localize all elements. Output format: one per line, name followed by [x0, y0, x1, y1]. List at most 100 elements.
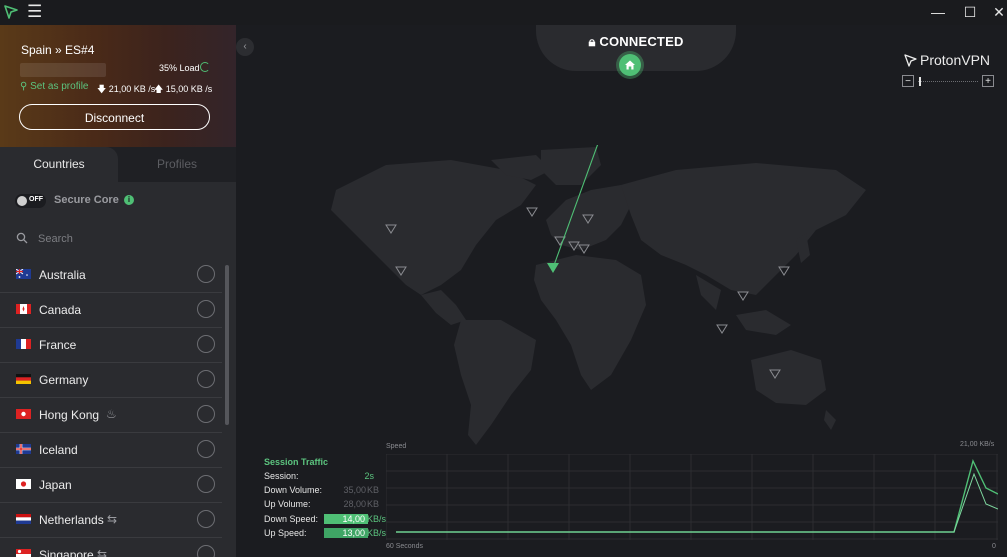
flag-france-icon — [16, 339, 31, 349]
connection-status: 🔒︎ CONNECTED — [536, 34, 736, 50]
arrow-down-icon: 🡇 — [97, 84, 109, 94]
server-marker-icon — [716, 324, 728, 334]
toggle-state: OFF — [29, 196, 43, 203]
up-volume-label: Up Volume: — [264, 499, 311, 509]
flag-netherlands-icon — [16, 514, 31, 524]
zoom-track — [918, 81, 978, 83]
download-rate-value: 21,00 KB /s — [108, 84, 156, 94]
connection-status-label: CONNECTED — [599, 34, 684, 49]
country-row-canada[interactable]: Canada — [0, 293, 222, 328]
flag-australia-icon — [16, 269, 31, 279]
secure-core-toggle[interactable]: OFF — [15, 194, 46, 208]
chevron-down-icon[interactable] — [197, 545, 215, 557]
load-ring-icon — [200, 62, 210, 72]
upload-rate: 🡅 15,00 KB /s — [154, 82, 212, 98]
country-name: Hong Kong — [39, 408, 100, 422]
home-location-icon — [619, 54, 641, 76]
down-volume-label: Down Volume: — [264, 485, 323, 495]
country-name: Germany — [39, 373, 89, 387]
connection-panel: Spain » ES#4 35% Load ⚲ Set as profile 🡇… — [0, 25, 236, 147]
down-volume-value: 35,00 — [343, 485, 366, 495]
flag-japan-icon — [16, 479, 31, 489]
toggle-knob — [17, 196, 27, 206]
minimize-button[interactable]: — — [923, 2, 953, 22]
country-list: Australia Canada France Germany Hong Kon… — [0, 258, 222, 557]
session-traffic-panel: Session Traffic Session: 2s Down Volume:… — [236, 440, 1007, 557]
search-icon — [16, 232, 28, 244]
country-row-germany[interactable]: Germany — [0, 363, 222, 398]
zoom-out-button[interactable]: − — [902, 75, 914, 87]
protonvpn-logo-icon — [904, 54, 917, 67]
chevron-down-icon[interactable] — [197, 370, 215, 388]
down-speed-value: 14,00 — [324, 514, 368, 524]
country-row-iceland[interactable]: Iceland — [0, 433, 222, 468]
speed-graph-title: Speed — [386, 443, 407, 450]
collapse-sidebar-button[interactable]: ‹ — [236, 38, 254, 56]
session-label: Session: — [264, 471, 299, 481]
flag-iceland-icon — [16, 444, 31, 454]
chevron-down-icon[interactable] — [197, 265, 215, 283]
disconnect-button[interactable]: Disconnect — [19, 104, 210, 130]
country-row-australia[interactable]: Australia — [0, 258, 222, 293]
country-row-singapore[interactable]: Singapore ⇆ — [0, 538, 222, 557]
country-name: Australia — [39, 268, 86, 282]
zoom-in-button[interactable]: + — [982, 75, 994, 87]
set-as-profile-label: Set as profile — [30, 81, 89, 92]
chevron-down-icon[interactable] — [197, 405, 215, 423]
chevron-down-icon[interactable] — [197, 440, 215, 458]
speed-graph — [386, 454, 998, 540]
download-rate: 🡇 21,00 KB /s — [97, 82, 155, 98]
chevron-down-icon[interactable] — [197, 335, 215, 353]
sidebar-tabs: Countries Profiles — [0, 147, 236, 182]
speed-graph-right-label: 0 — [992, 543, 996, 550]
info-icon[interactable]: i — [124, 195, 134, 205]
chevron-down-icon[interactable] — [197, 475, 215, 493]
close-button[interactable]: ✕ — [984, 2, 1007, 22]
chevron-down-icon[interactable] — [197, 300, 215, 318]
tab-countries[interactable]: Countries — [0, 147, 118, 182]
country-name: Iceland — [39, 443, 78, 457]
up-speed-label: Up Speed: — [264, 528, 307, 538]
country-name: Netherlands — [39, 513, 104, 527]
chevron-down-icon[interactable] — [197, 510, 215, 528]
speed-graph-left-label: 60 Seconds — [386, 543, 423, 550]
up-volume-unit: KB — [367, 499, 380, 509]
download-speed-line — [396, 458, 998, 533]
country-row-netherlands[interactable]: Netherlands ⇆ — [0, 503, 222, 538]
tab-profiles[interactable]: Profiles — [118, 147, 236, 182]
country-list-scrollbar[interactable] — [225, 265, 229, 425]
flag-singapore-icon — [16, 549, 31, 557]
up-speed-unit: KB/s — [367, 528, 387, 538]
p2p-icon: ⇆ — [97, 547, 108, 557]
search-bar — [0, 222, 222, 255]
world-map[interactable] — [236, 145, 1007, 450]
arrow-up-icon: 🡅 — [154, 84, 166, 94]
search-input[interactable] — [36, 229, 210, 249]
country-name: Canada — [39, 303, 82, 317]
upload-speed-line — [396, 472, 998, 533]
protonvpn-logo-icon — [4, 5, 18, 19]
hamburger-menu-icon[interactable]: ☰ — [27, 3, 42, 20]
down-volume-unit: KB — [367, 485, 380, 495]
lock-icon: 🔒︎ — [588, 34, 600, 49]
country-row-hong-kong[interactable]: Hong Kong ♨ — [0, 398, 222, 433]
flag-hong-kong-icon — [16, 409, 31, 419]
flag-canada-icon — [16, 304, 31, 314]
secure-core-label: Secure Core — [54, 194, 119, 206]
down-speed-unit: KB/s — [367, 514, 387, 524]
set-as-profile-link[interactable]: ⚲ Set as profile — [20, 81, 88, 92]
country-row-japan[interactable]: Japan — [0, 468, 222, 503]
country-row-france[interactable]: France — [0, 328, 222, 363]
sidebar: Spain » ES#4 35% Load ⚲ Set as profile 🡇… — [0, 25, 236, 557]
session-traffic-title: Session Traffic — [264, 457, 329, 467]
tor-icon: ♨ — [106, 407, 117, 421]
zoom-slider-thumb[interactable] — [919, 77, 921, 86]
country-name: France — [39, 338, 77, 352]
maximize-button[interactable]: ☐ — [955, 2, 985, 22]
country-name: Japan — [39, 478, 72, 492]
main-map-area: ‹ 🔒︎ CONNECTED ProtonVPN − + Session Tra… — [236, 25, 1007, 557]
down-speed-label: Down Speed: — [264, 514, 319, 524]
secure-core-row: OFF Secure Core i — [0, 182, 236, 222]
server-name: Spain » ES#4 — [21, 43, 95, 57]
brand-name: ProtonVPN — [920, 52, 991, 68]
